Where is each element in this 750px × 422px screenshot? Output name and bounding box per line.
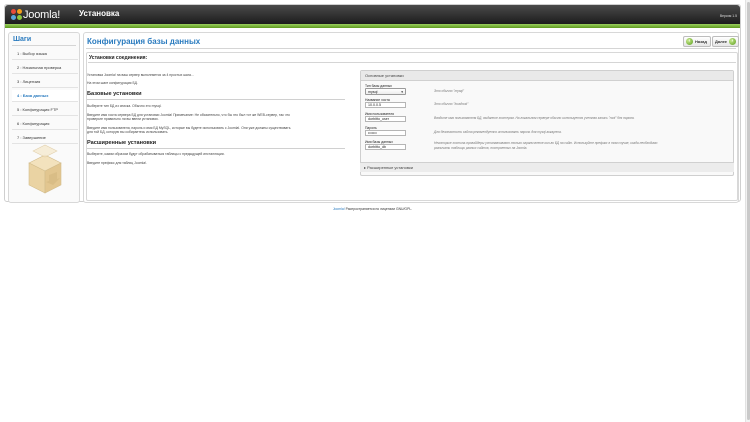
dbname-hint-1: Некоторые хостинг-провайдеры устанавлива… <box>434 141 658 145</box>
title-divider <box>86 48 736 49</box>
footer-joomla-link[interactable]: Joomla! <box>333 207 345 211</box>
dbname-input[interactable]: dorbitto_db <box>365 144 406 150</box>
joomla-logo: Joomla! <box>11 8 60 21</box>
advanced-heading-divider <box>87 148 345 149</box>
basic-text-2b: проверьте правильно ли вы ввели установк… <box>87 117 159 121</box>
logo-excl: ! <box>57 8 61 21</box>
steps-title: Шаги <box>13 36 32 43</box>
expand-arrow-icon: ▸ <box>364 165 367 170</box>
arrow-right-icon: › <box>729 38 736 45</box>
dbname-hint-2: различать таблицы разных сайтов, построе… <box>434 146 528 150</box>
username-input[interactable]: dorbitto_user <box>365 116 406 122</box>
basic-settings-legend: Основные установки <box>361 71 733 81</box>
back-button[interactable]: ‹ Назад <box>683 36 711 47</box>
intro-text-1: Установка Joomla! на ваш сервер выполняе… <box>87 73 194 77</box>
footer: Joomla! Распространяется по лицензии GNU… <box>0 207 745 211</box>
host-hint: Это обычно "localhost" <box>434 102 469 106</box>
steps-divider <box>12 45 76 46</box>
next-button-label: Далее <box>715 39 728 44</box>
advanced-settings-legend: Расширенные установки <box>367 165 413 170</box>
install-box-icon <box>23 143 67 197</box>
step-item-ftp: 5 : Конфигурация FTP <box>12 104 78 116</box>
installer-frame: Joomla! Установка Версия 1.5 Шаги 1 : Вы… <box>4 4 741 203</box>
arrow-left-icon: ‹ <box>686 38 693 45</box>
logo-text: Joomla <box>23 8 58 21</box>
dbtype-select-value: mysql <box>368 90 378 94</box>
dbtype-hint: Это обычно "mysql" <box>434 89 465 93</box>
basic-text-3b: для той БД, которую вы собираетесь испол… <box>87 130 169 134</box>
intro-text-2: На этом шаге конфигурация БД. <box>87 81 138 85</box>
next-button[interactable]: Далее › <box>712 36 739 47</box>
joomla-logo-icon <box>11 9 22 20</box>
advanced-settings-heading: Расширенные установки <box>87 140 157 146</box>
version-label: Версия 1.5 <box>719 14 737 18</box>
header-title: Установка <box>79 9 120 18</box>
step-item-precheck: 2 : Начальная проверка <box>12 62 78 74</box>
step-item-database: 4 : База данных <box>12 90 78 102</box>
header-green-bar <box>5 24 740 28</box>
chevron-down-icon: ▾ <box>401 90 403 94</box>
basic-heading-divider <box>87 99 345 100</box>
basic-settings-fieldset: Основные установки Тип базы данных mysql… <box>360 70 734 176</box>
panel-heading: Установки соединения: <box>89 55 148 61</box>
dbtype-select[interactable]: mysql ▾ <box>365 88 406 95</box>
header-bar: Joomla! Установка Версия 1.5 <box>5 5 740 24</box>
username-hint: Вводите имя пользователя БД, выданное хо… <box>434 116 635 120</box>
footer-license-text: Распространяется по лицензии GNU/GPL. <box>344 207 413 211</box>
advanced-text-1: Выберите, каким образом будут обрабатыва… <box>87 152 225 156</box>
back-button-label: Назад <box>695 39 707 44</box>
step-item-language: 1 : Выбор языка <box>12 48 78 60</box>
advanced-text-2: Введите префикс для таблиц Joomla!. <box>87 161 147 165</box>
panel-divider <box>88 62 736 63</box>
advanced-settings-toggle[interactable]: ▸ Расширенные установки <box>360 162 734 172</box>
steps-sidebar: Шаги 1 : Выбор языка 2 : Начальная прове… <box>8 32 80 203</box>
password-input[interactable]: ••••••• <box>365 130 406 136</box>
host-input[interactable]: 10.0.0.5 <box>365 102 406 108</box>
basic-text-1: Выберите тип БД из списка. Обычно это my… <box>87 104 162 108</box>
password-hint: Для безопасности сайта рекомендуется исп… <box>434 130 562 134</box>
basic-settings-heading: Базовые установки <box>87 91 142 97</box>
page-scrollbar[interactable] <box>745 0 750 422</box>
step-item-license: 3 : Лицензия <box>12 76 78 88</box>
step-item-configuration: 6 : Конфигурация <box>12 118 78 130</box>
page-title: Конфигурация базы данных <box>87 37 201 46</box>
